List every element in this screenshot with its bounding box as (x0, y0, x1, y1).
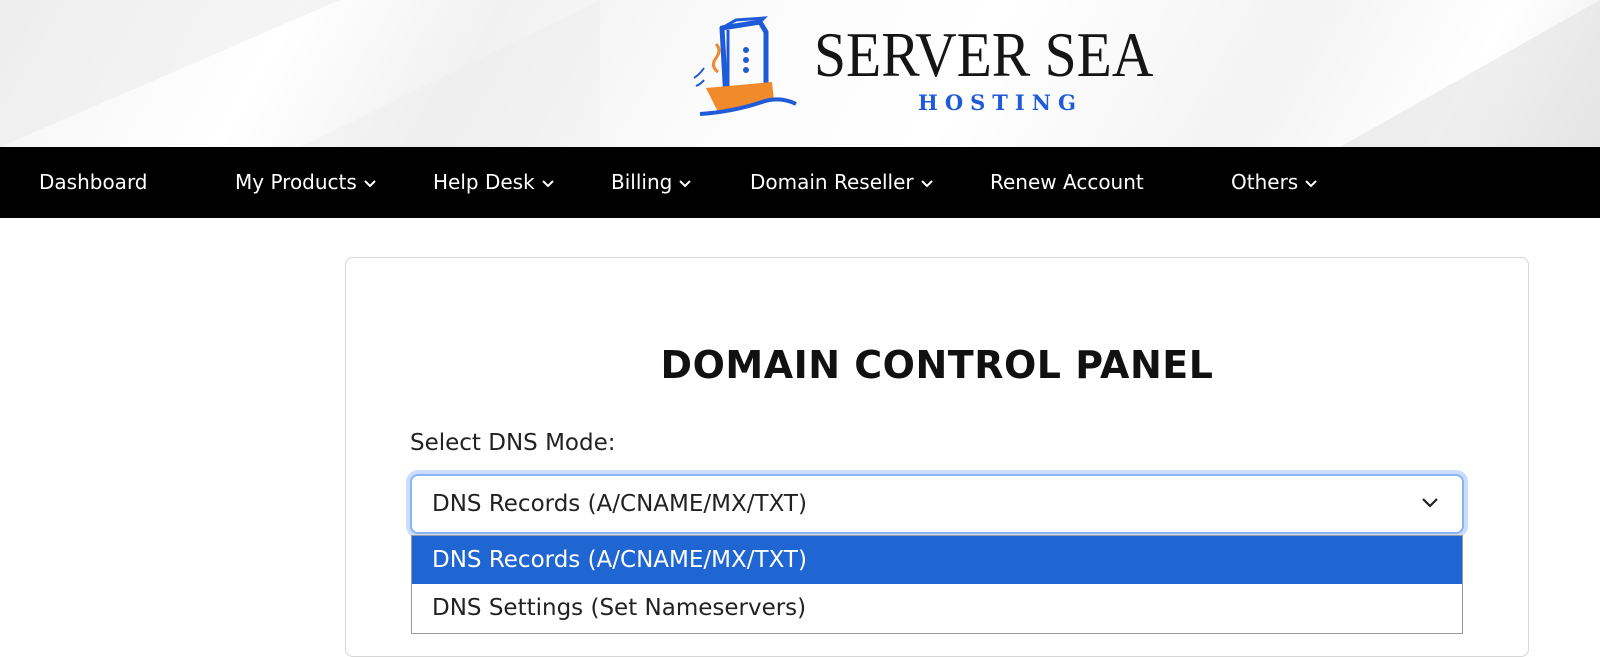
nav-item-dashboard[interactable]: Dashboard (39, 147, 148, 218)
dns-mode-label: Select DNS Mode: (410, 430, 616, 456)
chevron-down-icon (1305, 179, 1317, 187)
header-facet (1340, 0, 1600, 147)
nav-item-label: My Products (235, 170, 357, 194)
header-facet (0, 0, 340, 147)
nav-item-label: Billing (611, 170, 673, 194)
nav-item-billing[interactable]: Billing (611, 147, 692, 218)
ship-server-icon (693, 16, 797, 116)
chevron-down-icon (541, 179, 554, 187)
nav-item-label: Renew Account (990, 170, 1144, 194)
nav-item-label: Others (1231, 170, 1299, 194)
nav-item-help-desk[interactable]: Help Desk (433, 147, 555, 218)
dns-mode-option-nameservers[interactable]: DNS Settings (Set Nameservers) (412, 584, 1462, 632)
nav-item-renew-account[interactable]: Renew Account (990, 147, 1144, 218)
nav-item-my-products[interactable]: My Products (235, 147, 377, 218)
site-logo[interactable]: SERVER SEA HOSTING (692, 12, 1192, 122)
chevron-down-icon (920, 179, 933, 187)
page-title: DOMAIN CONTROL PANEL (660, 343, 1214, 387)
nav-item-label: Dashboard (39, 170, 148, 194)
nav-item-domain-reseller[interactable]: Domain Reseller (750, 147, 934, 218)
nav-item-label: Domain Reseller (750, 170, 914, 194)
chevron-down-icon (1422, 498, 1438, 508)
dns-mode-option-records[interactable]: DNS Records (A/CNAME/MX/TXT) (412, 536, 1462, 584)
nav-item-others[interactable]: Others (1231, 147, 1318, 218)
brand-name: SERVER SEA (814, 19, 1154, 90)
brand-subtitle: HOSTING (918, 90, 1083, 115)
header-facet (300, 0, 600, 147)
dns-mode-selected-value: DNS Records (A/CNAME/MX/TXT) (432, 491, 807, 517)
site-header: SERVER SEA HOSTING (0, 0, 1600, 147)
dns-mode-options-list: DNS Records (A/CNAME/MX/TXT) DNS Setting… (411, 535, 1463, 634)
dns-mode-select[interactable]: DNS Records (A/CNAME/MX/TXT) (410, 474, 1464, 534)
nav-item-label: Help Desk (433, 170, 535, 194)
main-navbar: Dashboard My Products Help Desk Billing … (0, 147, 1600, 218)
chevron-down-icon (679, 179, 692, 187)
chevron-down-icon (364, 179, 376, 187)
